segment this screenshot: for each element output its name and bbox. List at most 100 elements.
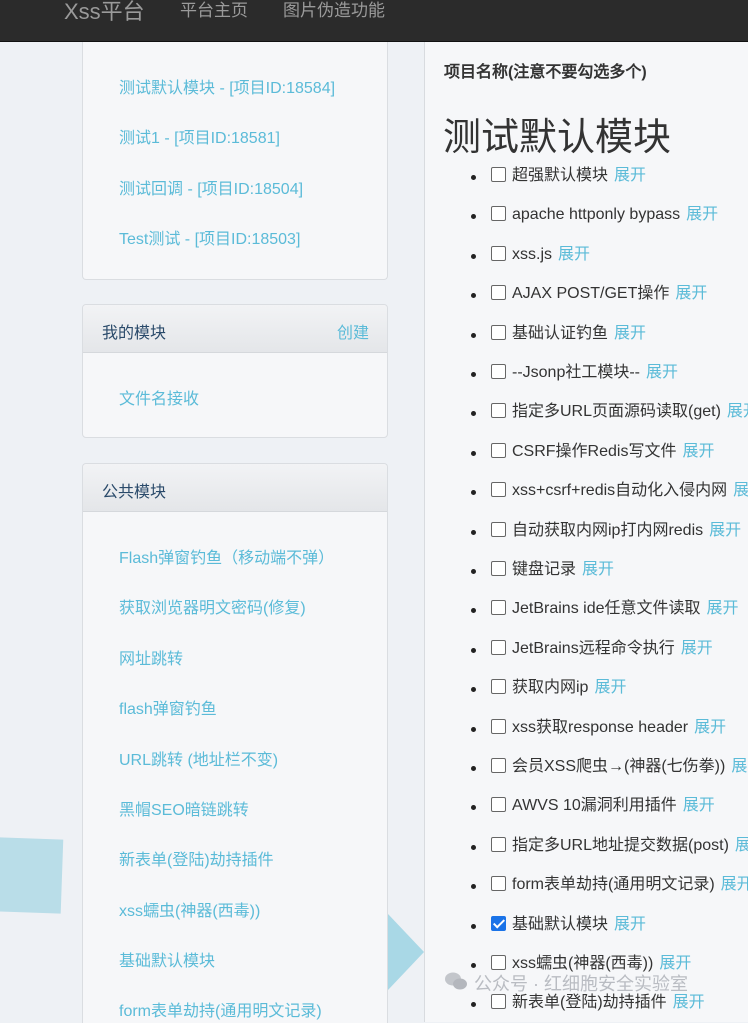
module-checkbox[interactable] bbox=[491, 206, 506, 221]
module-name-text: xss+csrf+redis自动化入侵内网 bbox=[512, 482, 728, 499]
module-checkbox[interactable] bbox=[491, 522, 506, 537]
module-name: JetBrains ide任意文件读取 展开 bbox=[512, 599, 739, 619]
expand-link[interactable]: 展开 bbox=[735, 837, 748, 854]
module-checkbox[interactable] bbox=[491, 758, 506, 773]
module-name: 获取内网ip 展开 bbox=[512, 678, 626, 698]
public-module-link[interactable]: 新表单(登陆)劫持插件 bbox=[119, 846, 274, 870]
list-bullet bbox=[471, 687, 476, 692]
expand-link[interactable]: 展开 bbox=[707, 600, 739, 617]
module-name-text: AJAX POST/GET操作 bbox=[512, 285, 670, 302]
expand-link[interactable]: 展开 bbox=[614, 916, 646, 933]
public-module-link[interactable]: Flash弹窗钓鱼（移动端不弹） bbox=[119, 544, 334, 568]
brand-logo[interactable]: Xss平台 bbox=[64, 0, 145, 26]
module-checkbox[interactable] bbox=[491, 246, 506, 261]
expand-link[interactable]: 展开 bbox=[731, 758, 748, 775]
module-checkbox[interactable] bbox=[491, 640, 506, 655]
module-name-text: apache httponly bypass bbox=[512, 206, 681, 223]
module-name: CSRF操作Redis写文件 展开 bbox=[512, 442, 714, 462]
module-checkbox[interactable] bbox=[491, 837, 506, 852]
nav-link-home[interactable]: 平台主页 bbox=[180, 0, 248, 22]
my-modules-header: 我的模块 创建 bbox=[83, 305, 387, 353]
list-bullet bbox=[471, 963, 476, 968]
module-checkbox[interactable] bbox=[491, 797, 506, 812]
expand-link[interactable]: 展开 bbox=[673, 994, 705, 1011]
project-link[interactable]: 测试回调 - [项目ID:18504] bbox=[119, 175, 303, 199]
module-checkbox[interactable] bbox=[491, 679, 506, 694]
public-module-link[interactable]: xss蠕虫(神器(西毒)) bbox=[119, 897, 260, 921]
expand-link[interactable]: 展开 bbox=[683, 797, 715, 814]
public-module-link[interactable]: flash弹窗钓鱼 bbox=[119, 695, 217, 719]
public-modules-panel: 公共模块 Flash弹窗钓鱼（移动端不弹） 获取浏览器明文密码(修复) 网址跳转… bbox=[82, 463, 388, 1023]
module-name: 键盘记录 展开 bbox=[512, 560, 614, 580]
module-name-text: 获取内网ip bbox=[512, 679, 589, 696]
expand-link[interactable]: 展开 bbox=[582, 561, 614, 578]
list-bullet bbox=[471, 569, 476, 574]
module-name: AWVS 10漏洞利用插件 展开 bbox=[512, 796, 715, 816]
expand-link[interactable]: 展开 bbox=[558, 246, 590, 263]
module-checkbox[interactable] bbox=[491, 482, 506, 497]
module-name: xss+csrf+redis自动化入侵内网展开 bbox=[512, 481, 748, 501]
expand-link[interactable]: 展开 bbox=[694, 719, 726, 736]
expand-link[interactable]: 展开 bbox=[594, 679, 626, 696]
module-name-text: JetBrains ide任意文件读取 bbox=[512, 600, 701, 617]
module-checkbox[interactable] bbox=[491, 285, 506, 300]
module-checkbox[interactable] bbox=[491, 364, 506, 379]
list-bullet bbox=[471, 333, 476, 338]
public-module-link[interactable]: URL跳转 (地址栏不变) bbox=[119, 746, 278, 770]
module-checkbox[interactable] bbox=[491, 561, 506, 576]
expand-link[interactable]: 展开 bbox=[614, 325, 646, 342]
module-name-text: 超强默认模块 bbox=[512, 167, 609, 184]
module-name: 超强默认模块 展开 bbox=[512, 166, 646, 186]
module-checkbox[interactable] bbox=[491, 876, 506, 891]
expand-link[interactable]: 展开 bbox=[721, 876, 748, 893]
project-link[interactable]: 测试1 - [项目ID:18581] bbox=[119, 124, 280, 148]
public-module-link[interactable]: form表单劫持(通用明文记录) bbox=[119, 997, 322, 1021]
module-checkbox[interactable] bbox=[491, 600, 506, 615]
list-bullet bbox=[471, 411, 476, 416]
module-name: apache httponly bypass 展开 bbox=[512, 205, 718, 225]
module-checkbox[interactable] bbox=[491, 955, 506, 970]
module-name-text: form表单劫持(通用明文记录) bbox=[512, 876, 715, 893]
nav-link-image-forgery[interactable]: 图片伪造功能 bbox=[283, 0, 385, 22]
module-name-text: --Jsonp社工模块-- bbox=[512, 364, 641, 381]
module-name-text: 新表单(登陆)劫持插件 bbox=[512, 994, 667, 1011]
module-checkbox[interactable] bbox=[491, 994, 506, 1009]
module-checkbox[interactable] bbox=[491, 167, 506, 182]
project-link[interactable]: Test测试 - [项目ID:18503] bbox=[119, 225, 300, 249]
project-link[interactable]: 测试默认模块 - [项目ID:18584] bbox=[119, 74, 335, 98]
project-list-panel: 测试默认模块 - [项目ID:18584] 测试1 - [项目ID:18581]… bbox=[82, 42, 388, 280]
module-checkbox[interactable] bbox=[491, 916, 506, 931]
public-module-link[interactable]: 获取浏览器明文密码(修复) bbox=[119, 594, 306, 618]
my-module-link[interactable]: 文件名接收 bbox=[119, 385, 199, 409]
public-modules-header: 公共模块 bbox=[83, 464, 387, 512]
module-checkbox[interactable] bbox=[491, 325, 506, 340]
public-module-link[interactable]: 黑帽SEO暗链跳转 bbox=[119, 796, 249, 820]
module-name: --Jsonp社工模块-- 展开 bbox=[512, 363, 678, 383]
expand-link[interactable]: 展开 bbox=[733, 482, 748, 499]
expand-link[interactable]: 展开 bbox=[686, 206, 718, 223]
module-name: JetBrains远程命令执行 展开 bbox=[512, 639, 713, 659]
expand-link[interactable]: 展开 bbox=[727, 403, 748, 420]
module-name: 自动获取内网ip打内网redis 展开 bbox=[512, 521, 741, 541]
create-module-link[interactable]: 创建 bbox=[337, 319, 369, 343]
expand-link[interactable]: 展开 bbox=[681, 640, 713, 657]
decorative-arrow-shape bbox=[388, 914, 424, 990]
expand-link[interactable]: 展开 bbox=[682, 443, 714, 460]
expand-link[interactable]: 展开 bbox=[675, 285, 707, 302]
expand-link[interactable]: 展开 bbox=[614, 167, 646, 184]
module-name-text: 指定多URL地址提交数据(post) bbox=[512, 837, 729, 854]
module-name: 会员XSS爬虫→(神器(七伤拳)) 展开 bbox=[512, 757, 748, 777]
expand-link[interactable]: 展开 bbox=[709, 522, 741, 539]
module-checkbox[interactable] bbox=[491, 403, 506, 418]
list-bullet bbox=[471, 805, 476, 810]
module-name-text: CSRF操作Redis写文件 bbox=[512, 443, 677, 460]
public-module-link[interactable]: 基础默认模块 bbox=[119, 947, 215, 971]
module-name: AJAX POST/GET操作 展开 bbox=[512, 284, 707, 304]
module-checkbox[interactable] bbox=[491, 719, 506, 734]
list-bullet bbox=[471, 924, 476, 929]
module-checkbox[interactable] bbox=[491, 443, 506, 458]
list-bullet bbox=[471, 254, 476, 259]
public-modules-title: 公共模块 bbox=[102, 484, 167, 501]
public-module-link[interactable]: 网址跳转 bbox=[119, 645, 183, 669]
expand-link[interactable]: 展开 bbox=[646, 364, 678, 381]
